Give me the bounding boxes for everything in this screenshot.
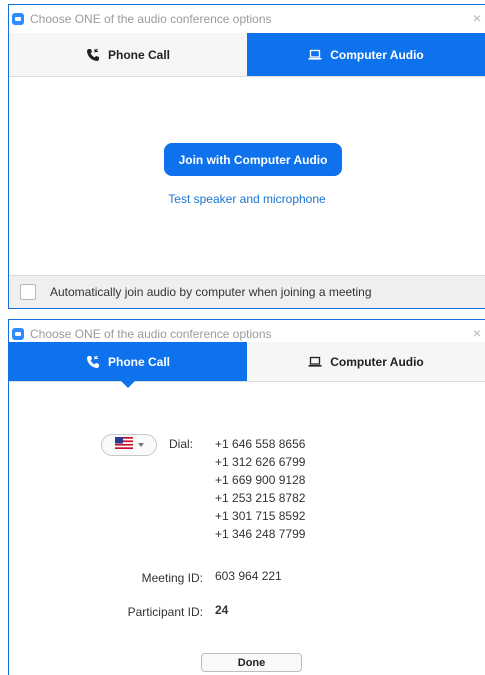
dial-number: +1 312 626 6799 [215, 455, 306, 469]
audio-options-dialog-computer: Choose ONE of the audio conference optio… [8, 4, 485, 309]
dial-number: +1 669 900 9128 [215, 473, 306, 487]
laptop-icon [308, 49, 322, 61]
active-tab-pointer [121, 381, 135, 388]
tab-computer-audio[interactable]: Computer Audio [247, 342, 485, 381]
done-button[interactable]: Done [201, 653, 302, 672]
test-speaker-microphone-link[interactable]: Test speaker and microphone [168, 192, 325, 206]
join-computer-audio-button[interactable]: Join with Computer Audio [164, 143, 342, 176]
dial-number: +1 646 558 8656 [215, 437, 306, 451]
tab-label: Computer Audio [330, 354, 424, 369]
phone-icon [86, 355, 100, 369]
tab-label: Phone Call [107, 354, 170, 369]
zoom-app-icon [12, 13, 24, 25]
participant-id-value: 24 [215, 603, 229, 617]
zoom-app-icon [12, 328, 24, 340]
phone-icon [86, 48, 100, 62]
auto-join-checkbox[interactable] [20, 284, 36, 300]
close-button[interactable]: × [473, 11, 481, 25]
tab-phone-call[interactable]: Phone Call [9, 342, 247, 388]
us-flag-icon [114, 436, 133, 454]
test-speaker-link: Test speaker and microphone [9, 192, 485, 206]
dial-label: Dial: [169, 437, 194, 451]
tab-phone-call[interactable]: Phone Call [9, 33, 247, 76]
tab-label: Phone Call [107, 47, 170, 62]
participant-id-label: Participant ID: [127, 605, 203, 619]
dial-number: +1 301 715 8592 [215, 509, 306, 523]
window-title: Choose ONE of the audio conference optio… [30, 12, 272, 26]
audio-tabs: Phone Call Computer Audio [9, 33, 485, 77]
country-select[interactable] [101, 434, 157, 456]
window-title: Choose ONE of the audio conference optio… [30, 327, 272, 341]
close-button[interactable]: × [473, 326, 481, 340]
meeting-id-value: 603 964 221 [215, 569, 282, 583]
tab-label: Computer Audio [330, 47, 424, 62]
auto-join-label[interactable]: Automatically join audio by computer whe… [50, 285, 372, 299]
chevron-down-icon [137, 443, 144, 447]
tab-computer-audio[interactable]: Computer Audio [247, 33, 485, 76]
dial-number-list: +1 646 558 8656 +1 312 626 6799 +1 669 9… [215, 435, 305, 543]
dial-number: +1 253 215 8782 [215, 491, 306, 505]
laptop-icon [308, 356, 322, 368]
dial-number: +1 346 248 7799 [215, 527, 306, 541]
meeting-id-label: Meeting ID: [141, 571, 203, 585]
audio-options-dialog-phone: Choose ONE of the audio conference optio… [8, 319, 485, 675]
audio-tabs: Phone Call Computer Audio [9, 342, 485, 388]
title-bar: Choose ONE of the audio conference optio… [9, 5, 485, 33]
auto-join-footer: Automatically join audio by computer whe… [9, 275, 485, 308]
